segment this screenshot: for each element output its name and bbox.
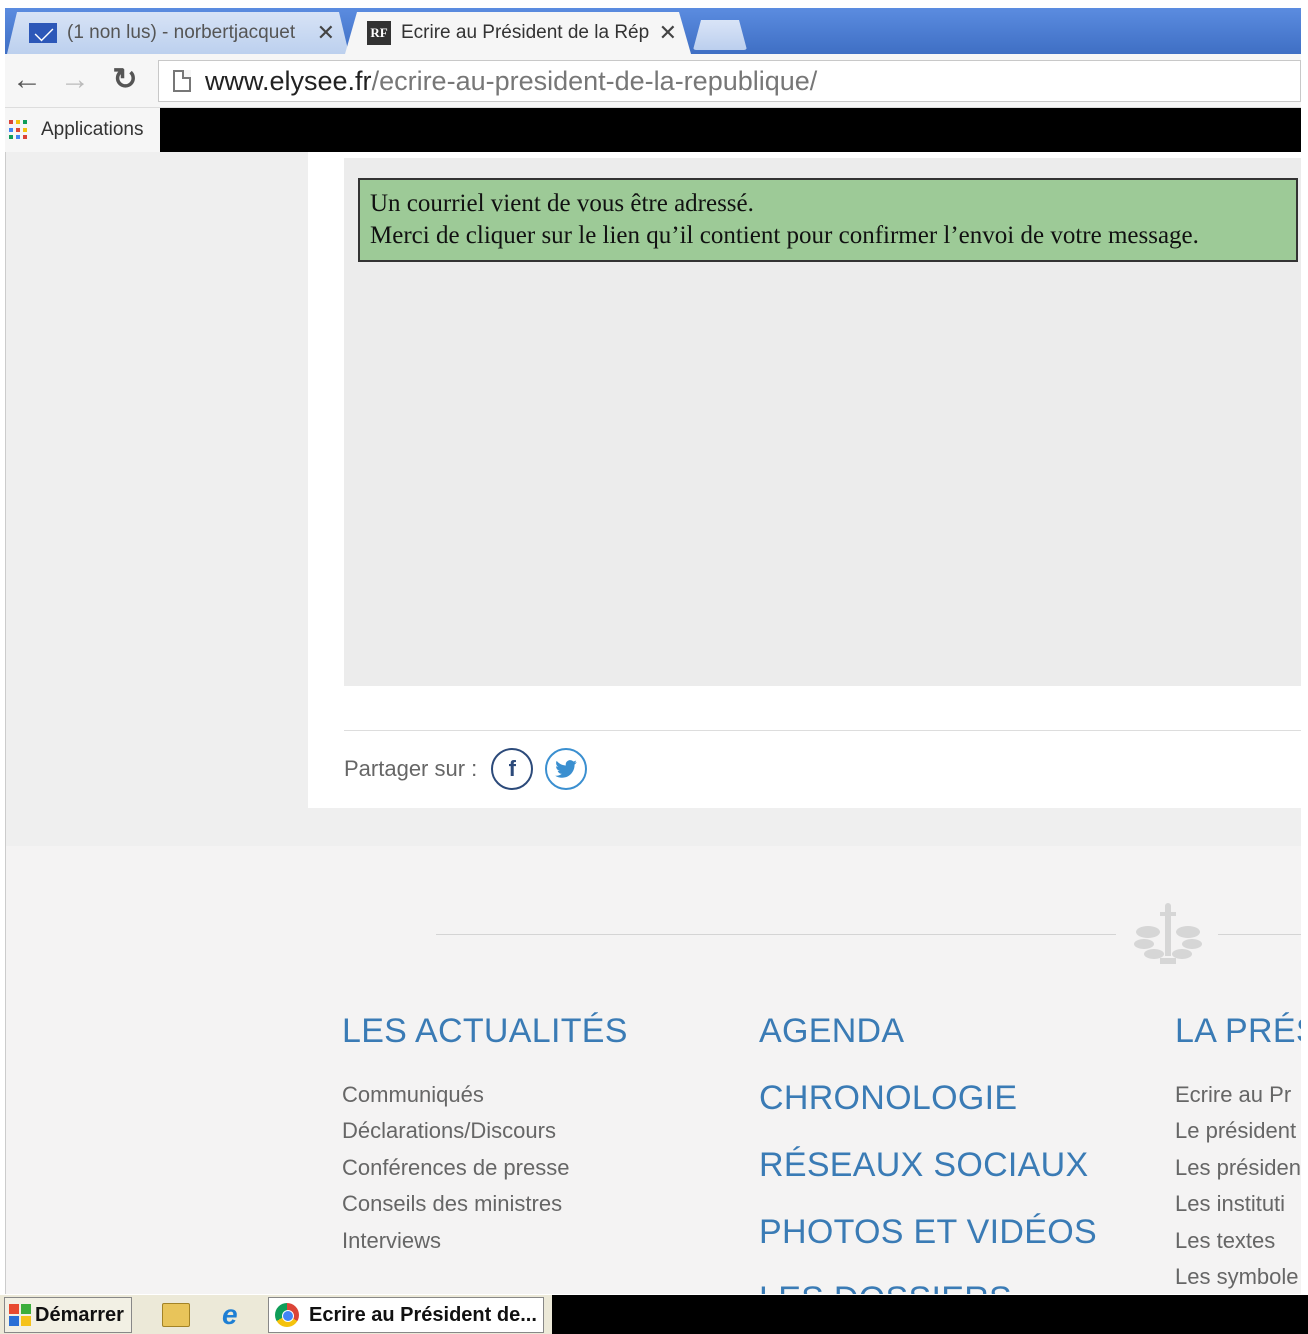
twitter-icon[interactable] bbox=[545, 748, 588, 790]
address-bar[interactable]: www.elysee.fr/ecrire-au-president-de-la-… bbox=[158, 60, 1301, 102]
footer-link[interactable]: Conférences de presse bbox=[342, 1155, 569, 1181]
bookmarks-bar: Applications bbox=[5, 108, 1301, 152]
browser-toolbar: ← → ↻ www.elysee.fr/ecrire-au-president-… bbox=[5, 54, 1301, 108]
start-label: Démarrer bbox=[35, 1303, 124, 1326]
footer-rule bbox=[1218, 934, 1301, 935]
rf-favicon-icon: RF bbox=[367, 21, 391, 45]
message-area: Un courriel vient de vous être adressé. … bbox=[344, 158, 1301, 686]
tab-strip: (1 non lus) - norbertjacquet ✕ RF Ecrire… bbox=[5, 8, 1301, 54]
content-card: Un courriel vient de vous être adressé. … bbox=[308, 152, 1301, 808]
internet-explorer-icon[interactable]: e bbox=[222, 1299, 238, 1331]
footer-link[interactable]: Les présiden bbox=[1175, 1155, 1301, 1181]
republic-emblem-icon bbox=[1134, 903, 1202, 964]
footer-heading-agenda[interactable]: AGENDA bbox=[759, 1012, 904, 1051]
url-host: www.elysee.fr bbox=[205, 65, 372, 96]
notice-line-1: Un courriel vient de vous être adressé. bbox=[370, 190, 754, 217]
share-label: Partager sur : bbox=[344, 756, 478, 781]
footer-link[interactable]: Déclarations/Discours bbox=[342, 1118, 556, 1144]
chrome-icon bbox=[275, 1303, 299, 1327]
share-row: Partager sur : f bbox=[344, 746, 588, 792]
footer-link[interactable]: Ecrire au Pr bbox=[1175, 1082, 1291, 1108]
taskbar-chrome-window[interactable]: Ecrire au Président de... bbox=[268, 1297, 544, 1333]
footer-link[interactable]: Communiqués bbox=[342, 1082, 484, 1108]
notice-line-2: Merci de cliquer sur le lien qu’il conti… bbox=[370, 222, 1199, 249]
windows-logo-icon bbox=[9, 1304, 31, 1326]
footer-heading-photos-videos[interactable]: PHOTOS ET VIDÉOS bbox=[759, 1213, 1097, 1252]
url-path: /ecrire-au-president-de-la-republique/ bbox=[371, 65, 818, 96]
apps-label: Applications bbox=[41, 119, 144, 140]
page-viewport[interactable]: Un courriel vient de vous être adressé. … bbox=[5, 152, 1301, 1294]
footer-link[interactable]: Le président bbox=[1175, 1118, 1296, 1144]
mail-icon bbox=[29, 23, 57, 43]
footer-link[interactable]: Interviews bbox=[342, 1228, 441, 1254]
facebook-icon[interactable]: f bbox=[491, 748, 534, 790]
tab-elysee[interactable]: RF Ecrire au Président de la Rép ✕ bbox=[345, 12, 691, 54]
apps-button[interactable]: Applications bbox=[9, 114, 143, 146]
divider bbox=[344, 730, 1301, 731]
footer-link[interactable]: Les textes bbox=[1175, 1228, 1275, 1254]
footer-link[interactable]: Les instituti bbox=[1175, 1191, 1285, 1217]
footer-link[interactable]: Conseils des ministres bbox=[342, 1191, 562, 1217]
page-icon bbox=[173, 70, 191, 92]
footer-heading-reseaux-sociaux[interactable]: RÉSEAUX SOCIAUX bbox=[759, 1146, 1088, 1185]
footer-heading-chronologie[interactable]: CHRONOLOGIE bbox=[759, 1079, 1017, 1118]
start-button[interactable]: Démarrer bbox=[4, 1297, 132, 1333]
close-icon[interactable]: ✕ bbox=[659, 20, 677, 46]
explorer-icon[interactable] bbox=[162, 1303, 190, 1327]
apps-grid-icon bbox=[9, 120, 29, 140]
tab-title: Ecrire au Président de la Rép bbox=[401, 22, 650, 43]
footer-rule bbox=[436, 934, 1116, 935]
screen: (1 non lus) - norbertjacquet ✕ RF Ecrire… bbox=[0, 0, 1308, 1334]
footer-heading-dossiers[interactable]: LES DOSSIERS bbox=[759, 1280, 1012, 1294]
footer-heading-presidence[interactable]: LA PRÉS bbox=[1175, 1012, 1301, 1051]
footer-heading-actualites[interactable]: LES ACTUALITÉS bbox=[342, 1012, 628, 1051]
tab-mail[interactable]: (1 non lus) - norbertjacquet ✕ bbox=[7, 12, 349, 54]
back-arrow-icon[interactable]: ← bbox=[9, 62, 45, 98]
new-tab-button[interactable] bbox=[693, 20, 747, 50]
reload-icon[interactable]: ↻ bbox=[107, 62, 143, 98]
redacted-bar bbox=[160, 108, 1301, 152]
redacted-bar bbox=[552, 1295, 1308, 1334]
windows-taskbar: Démarrer e Ecrire au Président de... bbox=[0, 1294, 1308, 1334]
confirmation-notice: Un courriel vient de vous être adressé. … bbox=[358, 178, 1298, 262]
tab-title: (1 non lus) - norbertjacquet bbox=[67, 22, 296, 43]
site-footer: LES ACTUALITÉS Communiqués Déclarations/… bbox=[6, 846, 1301, 1294]
forward-arrow-icon[interactable]: → bbox=[57, 62, 93, 98]
close-icon[interactable]: ✕ bbox=[317, 20, 335, 46]
taskbar-window-label: Ecrire au Président de... bbox=[309, 1303, 537, 1326]
footer-link[interactable]: Les symbole bbox=[1175, 1264, 1299, 1290]
